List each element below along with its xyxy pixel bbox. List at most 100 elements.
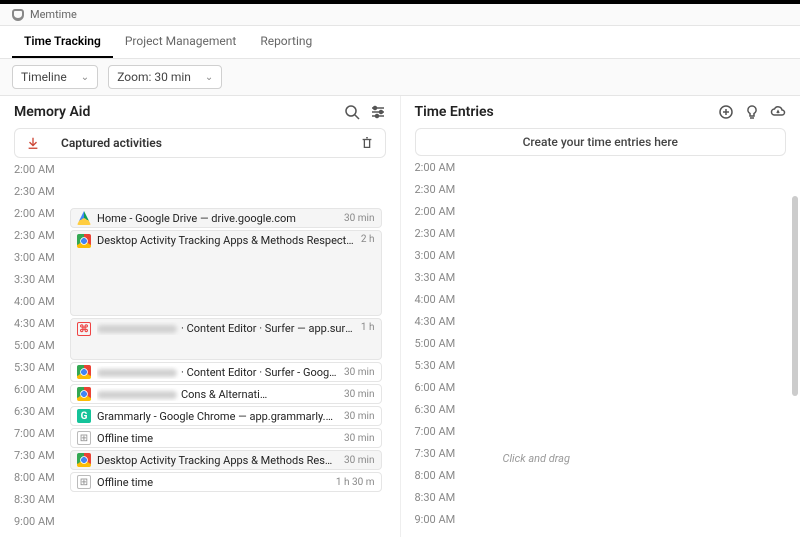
activity-card[interactable]: G Grammarly - Google Chrome — app.grammar… <box>70 406 382 426</box>
google-chrome-icon <box>77 453 91 467</box>
time-label: 7:00 AM <box>0 422 60 444</box>
activity-title: Desktop Activity Tracking Apps & Methods… <box>97 454 338 467</box>
activity-duration: 30 min <box>344 433 374 444</box>
panel-header: Time Entries <box>401 96 800 124</box>
google-drive-icon <box>77 211 91 225</box>
grammarly-icon: G <box>77 409 91 423</box>
activity-duration: 1 h <box>361 322 375 333</box>
time-label: 8:30 AM <box>401 486 461 508</box>
chevron-down-icon: ⌄ <box>205 72 213 83</box>
time-label: 5:30 AM <box>0 356 60 378</box>
view-select-value: Timeline <box>21 70 67 84</box>
captured-activities-label: Captured activities <box>61 136 162 150</box>
app-title: Memtime <box>30 8 77 21</box>
tab-time-tracking[interactable]: Time Tracking <box>12 26 113 58</box>
time-label: 6:00 AM <box>401 376 461 398</box>
time-entries-hint: Create your time entries here <box>415 128 787 156</box>
trash-icon[interactable] <box>359 135 375 151</box>
time-label: 9:00 AM <box>401 508 461 530</box>
panel-time-entries: Time Entries Create your time entries he… <box>400 96 800 537</box>
time-label: 8:30 AM <box>0 488 60 510</box>
time-label: 2:00 AM <box>0 158 60 180</box>
activity-duration: 30 min <box>344 455 374 466</box>
view-select[interactable]: Timeline ⌄ <box>12 65 98 89</box>
activity-duration: 1 h 30 m <box>336 477 375 488</box>
time-label: 5:00 AM <box>0 334 60 356</box>
app-title-bar: Memtime <box>0 4 800 26</box>
activity-title: Home - Google Drive — drive.google.com <box>97 212 338 225</box>
time-label: 8:00 AM <box>0 466 60 488</box>
activity-duration: 30 min <box>344 389 374 400</box>
offline-icon: ⊞ <box>77 475 91 489</box>
time-label: 4:30 AM <box>0 312 60 334</box>
activity-card[interactable]: ⊞Offline time30 min <box>70 428 382 448</box>
time-label: 2:00 AM <box>0 202 60 224</box>
toolbar: Timeline ⌄ Zoom: 30 min ⌄ <box>0 59 800 96</box>
captured-activities-header: Captured activities <box>14 128 386 158</box>
time-label: 2:30 AM <box>401 178 461 200</box>
time-label: 3:30 AM <box>401 266 461 288</box>
zoom-select-value: Zoom: 30 min <box>117 70 191 84</box>
time-label: 9:00 AM <box>0 510 60 532</box>
scrollbar[interactable] <box>792 196 798 396</box>
time-label: 2:00 AM <box>401 200 461 222</box>
time-label: 2:00 AM <box>401 156 461 178</box>
time-label: 7:00 AM <box>401 420 461 442</box>
activity-title: Grammarly - Google Chrome — app.grammarl… <box>97 410 338 423</box>
time-entries-hint-label: Create your time entries here <box>523 135 678 149</box>
app-logo-icon <box>12 9 24 21</box>
time-label: 6:30 AM <box>0 400 60 422</box>
time-label: 3:30 AM <box>0 268 60 290</box>
search-icon[interactable] <box>344 104 360 120</box>
time-label: 3:00 AM <box>0 246 60 268</box>
tab-reporting[interactable]: Reporting <box>248 26 324 58</box>
time-label: 2:30 AM <box>0 224 60 246</box>
activity-card[interactable]: Desktop Activity Tracking Apps & Methods… <box>70 230 382 316</box>
settings-sliders-icon[interactable] <box>370 104 386 120</box>
activity-card[interactable]: ⌘· Content Editor · Surfer — app.surfers… <box>70 318 382 360</box>
activity-card[interactable]: Desktop Activity Tracking Apps & Methods… <box>70 450 382 470</box>
offline-icon: ⊞ <box>77 431 91 445</box>
time-label: 3:00 AM <box>401 244 461 266</box>
cloud-sync-icon[interactable] <box>770 104 786 120</box>
add-entry-icon[interactable] <box>718 104 734 120</box>
activity-card[interactable]: ⊞Offline time1 h 30 m <box>70 472 382 492</box>
time-label: 7:30 AM <box>0 444 60 466</box>
panels: Memory Aid Captured activities 2:00 AM2:… <box>0 96 800 537</box>
time-label: 6:30 AM <box>401 398 461 420</box>
drag-hint[interactable]: Click and drag <box>495 448 783 468</box>
activity-title: Desktop Activity Tracking Apps & Methods… <box>97 234 355 247</box>
time-label: 4:30 AM <box>401 310 461 332</box>
time-label: 5:30 AM <box>401 354 461 376</box>
lightbulb-icon[interactable] <box>744 104 760 120</box>
chevron-down-icon: ⌄ <box>81 72 89 83</box>
time-label: 2:30 AM <box>0 180 60 202</box>
download-icon[interactable] <box>25 135 41 151</box>
panel-memory-aid: Memory Aid Captured activities 2:00 AM2:… <box>0 96 400 537</box>
activity-title: · Content Editor · Surfer — app.surferse… <box>97 322 355 335</box>
time-label: 4:00 AM <box>401 288 461 310</box>
activity-title: · Content Editor · Surfer - Google Ch… <box>97 366 338 379</box>
activity-duration: 30 min <box>344 411 374 422</box>
activity-duration: 30 min <box>344 367 374 378</box>
panel-title: Memory Aid <box>14 104 90 120</box>
time-label: 8:00 AM <box>401 464 461 486</box>
zoom-select[interactable]: Zoom: 30 min ⌄ <box>108 65 222 89</box>
panel-title: Time Entries <box>415 104 494 120</box>
google-chrome-icon <box>77 365 91 379</box>
activity-duration: 2 h <box>361 234 375 245</box>
time-label: 7:30 AM <box>401 442 461 464</box>
memory-aid-timeline[interactable]: 2:00 AM2:30 AM2:00 AM2:30 AM3:00 AM3:30 … <box>0 158 400 537</box>
activity-duration: 30 min <box>344 213 374 224</box>
tab-project-management[interactable]: Project Management <box>113 26 248 58</box>
activity-card[interactable]: · Content Editor · Surfer - Google Ch… 30… <box>70 362 382 382</box>
main-nav: Time Tracking Project Management Reporti… <box>0 26 800 59</box>
activity-title: Cons & Alternati… <box>97 388 338 401</box>
activity-card[interactable]: Cons & Alternati… 30 min <box>70 384 382 404</box>
time-label: 4:00 AM <box>0 290 60 312</box>
activity-card[interactable]: Home - Google Drive — drive.google.com 30… <box>70 208 382 228</box>
time-entries-timeline[interactable]: 2:00 AM2:30 AM2:00 AM2:30 AM3:00 AM3:30 … <box>401 156 800 537</box>
google-chrome-icon <box>77 387 91 401</box>
time-label: 5:00 AM <box>401 332 461 354</box>
google-chrome-icon <box>77 234 91 248</box>
